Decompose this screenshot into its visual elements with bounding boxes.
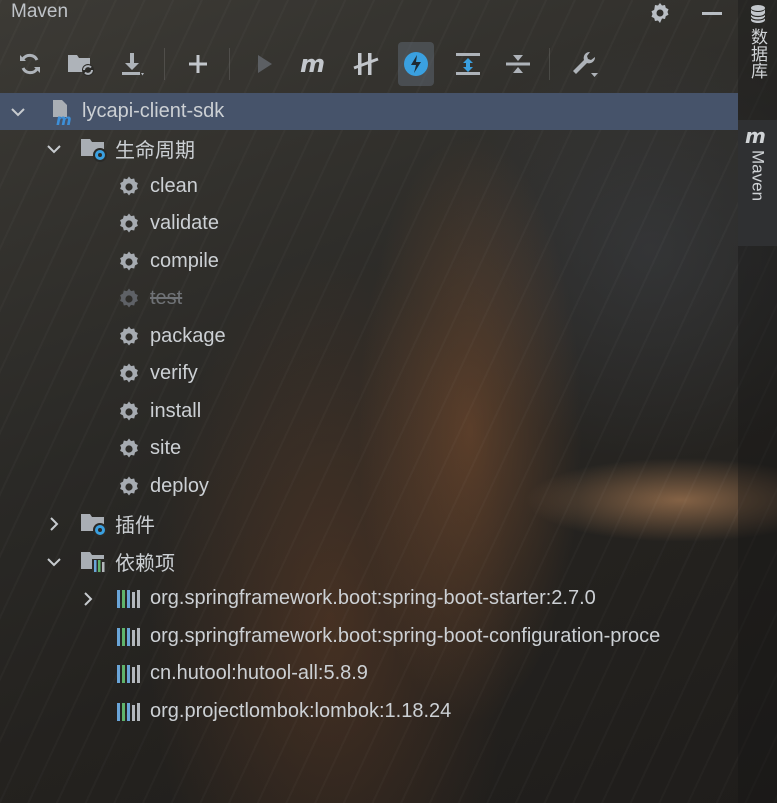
toolbar-separator: [549, 48, 550, 80]
goal-site[interactable]: site: [0, 430, 738, 467]
run-icon: [258, 55, 272, 73]
goal-install[interactable]: install: [0, 393, 738, 430]
dependency-item[interactable]: cn.hutool:hutool-all:5.8.9: [0, 655, 738, 692]
goal-deploy[interactable]: deploy: [0, 468, 738, 505]
right-tool-strip: 数据库 m Maven: [738, 0, 777, 803]
reload-button[interactable]: [12, 42, 48, 86]
chevron-down-icon[interactable]: [44, 130, 64, 167]
skip-tests-icon: [404, 52, 428, 76]
maven-tab-label: Maven: [748, 150, 768, 202]
folder-gear-icon: [80, 130, 110, 167]
dependency-label: org.springframework.boot:spring-boot-con…: [150, 625, 661, 647]
goal-label: install: [150, 400, 202, 422]
goal-label: verify: [150, 362, 198, 384]
gear-icon: [116, 280, 142, 317]
tool-window-title: Maven: [11, 1, 69, 22]
dependency-item[interactable]: org.projectlombok:lombok:1.18.24: [0, 693, 738, 730]
lifecycle-label: 生命周期: [115, 140, 195, 162]
wrench-icon: [573, 51, 598, 77]
add-button[interactable]: [180, 42, 216, 86]
goal-test[interactable]: test: [0, 280, 738, 317]
database-tab-label: 数据库: [748, 28, 767, 79]
maven-module-icon: m: [50, 93, 76, 130]
project-name: lycapi-client-sdk: [82, 100, 225, 122]
chevron-down-icon[interactable]: [8, 93, 28, 130]
tool-window-header: Maven: [0, 0, 738, 26]
expand-icon: [456, 53, 480, 75]
svg-text:m: m: [745, 126, 766, 146]
gear-icon: [116, 205, 142, 242]
gear-icon: [116, 243, 142, 280]
tree-node-dependencies[interactable]: 依赖项: [0, 543, 738, 580]
tree-node-plugins[interactable]: 插件: [0, 505, 738, 542]
gear-icon: [116, 468, 142, 505]
maven-tool-window: Maven m m lycapi-client-sdk 生命周期 clean v…: [0, 0, 738, 803]
maven-m-icon: m: [300, 51, 325, 77]
toolbar-separator: [229, 48, 230, 80]
refresh-icon: [20, 53, 40, 75]
chevron-right-icon[interactable]: [78, 580, 98, 617]
show-dependencies-button[interactable]: [450, 42, 486, 86]
toggle-offline-button[interactable]: [348, 42, 384, 86]
maven-settings-button[interactable]: [566, 42, 602, 86]
collapse-icon: [506, 55, 530, 73]
dependency-item[interactable]: org.springframework.boot:spring-boot-sta…: [0, 580, 738, 617]
svg-text:m: m: [56, 111, 72, 126]
gear-icon: [116, 318, 142, 355]
plus-icon: [189, 55, 207, 73]
dependency-label: org.springframework.boot:spring-boot-sta…: [150, 587, 596, 609]
library-icon: [114, 693, 144, 730]
collapse-all-button[interactable]: [500, 42, 536, 86]
goal-label-disabled: test: [150, 287, 183, 309]
dependency-item[interactable]: org.springframework.boot:spring-boot-con…: [0, 618, 738, 655]
chevron-right-icon[interactable]: [44, 505, 64, 542]
download-sources-button[interactable]: [114, 42, 150, 86]
dependency-label: org.projectlombok:lombok:1.18.24: [150, 700, 452, 722]
tree-node-project[interactable]: m lycapi-client-sdk: [0, 93, 738, 130]
goal-clean[interactable]: clean: [0, 168, 738, 205]
goal-label: clean: [150, 175, 198, 197]
add-maven-project-button[interactable]: [63, 42, 99, 86]
run-button[interactable]: [246, 42, 282, 86]
goal-label: deploy: [150, 475, 209, 497]
tree-node-lifecycle[interactable]: 生命周期: [0, 130, 738, 167]
dependency-label: cn.hutool:hutool-all:5.8.9: [150, 662, 368, 684]
gear-icon: [116, 168, 142, 205]
goal-verify[interactable]: verify: [0, 355, 738, 392]
goal-package[interactable]: package: [0, 318, 738, 355]
folder-gear-icon: [80, 505, 110, 542]
database-icon: [749, 5, 766, 23]
goal-validate[interactable]: validate: [0, 205, 738, 242]
execute-maven-goal-button[interactable]: m: [297, 42, 333, 86]
library-icon: [114, 618, 144, 655]
library-icon: [114, 580, 144, 617]
goal-label: package: [150, 325, 226, 347]
maven-m-icon: m: [745, 126, 766, 146]
gear-icon: [116, 430, 142, 467]
maven-toolbar: m: [0, 42, 738, 86]
gear-icon[interactable]: [646, 0, 674, 26]
goal-label: compile: [150, 250, 219, 272]
toolbar-separator: [164, 48, 165, 80]
library-icon: [114, 655, 144, 692]
gear-icon: [116, 355, 142, 392]
download-icon: [122, 53, 144, 76]
gear-icon: [116, 393, 142, 430]
goal-compile[interactable]: compile: [0, 243, 738, 280]
svg-text:m: m: [300, 51, 325, 77]
database-tool-button[interactable]: 数据库: [738, 0, 777, 102]
folder-library-icon: [80, 543, 110, 580]
goal-label: validate: [150, 212, 219, 234]
folder-refresh-icon: [68, 55, 94, 76]
chevron-down-icon[interactable]: [44, 543, 64, 580]
dependencies-label: 依赖项: [115, 553, 175, 575]
minimize-icon[interactable]: [698, 0, 726, 26]
goal-label: site: [150, 437, 182, 459]
skip-tests-button[interactable]: [398, 42, 434, 86]
offline-icon: [353, 53, 379, 75]
plugins-label: 插件: [115, 515, 155, 537]
maven-tool-button[interactable]: m Maven: [738, 120, 777, 246]
